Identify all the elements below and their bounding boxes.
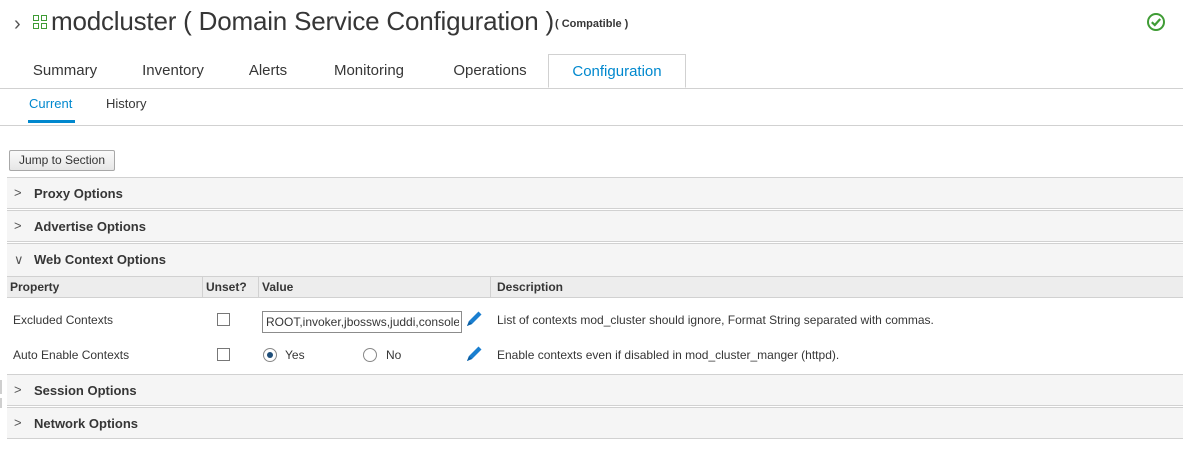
property-name: Auto Enable Contexts [13, 348, 130, 362]
properties-table-header: Property Unset? Value Description [7, 277, 1183, 298]
sub-tabs: Current History [0, 92, 1183, 126]
column-header-description: Description [497, 280, 564, 294]
tab-summary[interactable]: Summary [28, 54, 102, 88]
section-label: Proxy Options [34, 186, 123, 201]
grid-icon [33, 15, 48, 30]
tab-operations[interactable]: Operations [446, 54, 534, 88]
excluded-contexts-input[interactable] [262, 311, 462, 333]
table-row: Auto Enable Contexts Yes No Enable conte… [7, 337, 1183, 373]
active-subtab-indicator [28, 120, 75, 123]
unset-checkbox[interactable] [217, 313, 230, 326]
property-name: Excluded Contexts [13, 313, 114, 327]
radio-yes-label: Yes [285, 348, 305, 362]
section-web-context-options[interactable]: ∨ Web Context Options [7, 243, 1183, 277]
resize-handle[interactable] [0, 398, 2, 408]
page-title: modcluster ( Domain Service Configuratio… [51, 6, 554, 36]
property-description: List of contexts mod_cluster should igno… [497, 313, 934, 327]
section-advertise-options[interactable]: > Advertise Options [7, 210, 1183, 242]
radio-yes[interactable] [263, 348, 277, 362]
column-header-unset: Unset? [203, 277, 259, 297]
page-header: › modcluster ( Domain Service Configurat… [0, 0, 1183, 50]
resize-handle[interactable] [0, 380, 2, 394]
section-label: Network Options [34, 416, 139, 431]
chevron-right-icon: > [14, 185, 22, 200]
section-label: Session Options [34, 383, 137, 398]
jump-to-section-button[interactable]: Jump to Section [9, 150, 115, 171]
radio-no[interactable] [363, 348, 377, 362]
section-session-options[interactable]: > Session Options [7, 374, 1183, 406]
column-header-property: Property [7, 277, 203, 297]
table-row: Excluded Contexts List of contexts mod_c… [7, 302, 1183, 338]
pencil-icon[interactable] [464, 309, 484, 329]
section-proxy-options[interactable]: > Proxy Options [7, 177, 1183, 209]
compatibility-badge: ( Compatible ) [555, 18, 629, 30]
unset-checkbox[interactable] [217, 348, 230, 361]
column-header-value: Value [259, 277, 491, 297]
property-description: Enable contexts even if disabled in mod_… [497, 348, 840, 362]
chevron-down-icon: ∨ [14, 252, 24, 267]
chevron-right-icon: > [14, 415, 22, 430]
radio-no-label: No [386, 348, 402, 362]
chevron-right-icon: > [14, 382, 22, 397]
section-label: Web Context Options [34, 252, 166, 267]
tab-alerts[interactable]: Alerts [244, 54, 292, 88]
section-label: Advertise Options [34, 219, 146, 234]
breadcrumb-chevron-icon[interactable]: › [14, 13, 21, 36]
subtab-current[interactable]: Current [29, 96, 72, 111]
subtab-history[interactable]: History [106, 96, 146, 111]
tab-inventory[interactable]: Inventory [137, 54, 209, 88]
check-circle-icon [1147, 13, 1165, 31]
chevron-right-icon: > [14, 218, 22, 233]
tab-configuration[interactable]: Configuration [548, 54, 686, 88]
main-tabs: Summary Inventory Alerts Monitoring Oper… [0, 54, 1183, 89]
pencil-icon[interactable] [464, 344, 484, 364]
tab-monitoring[interactable]: Monitoring [327, 54, 411, 88]
section-network-options[interactable]: > Network Options [7, 407, 1183, 439]
